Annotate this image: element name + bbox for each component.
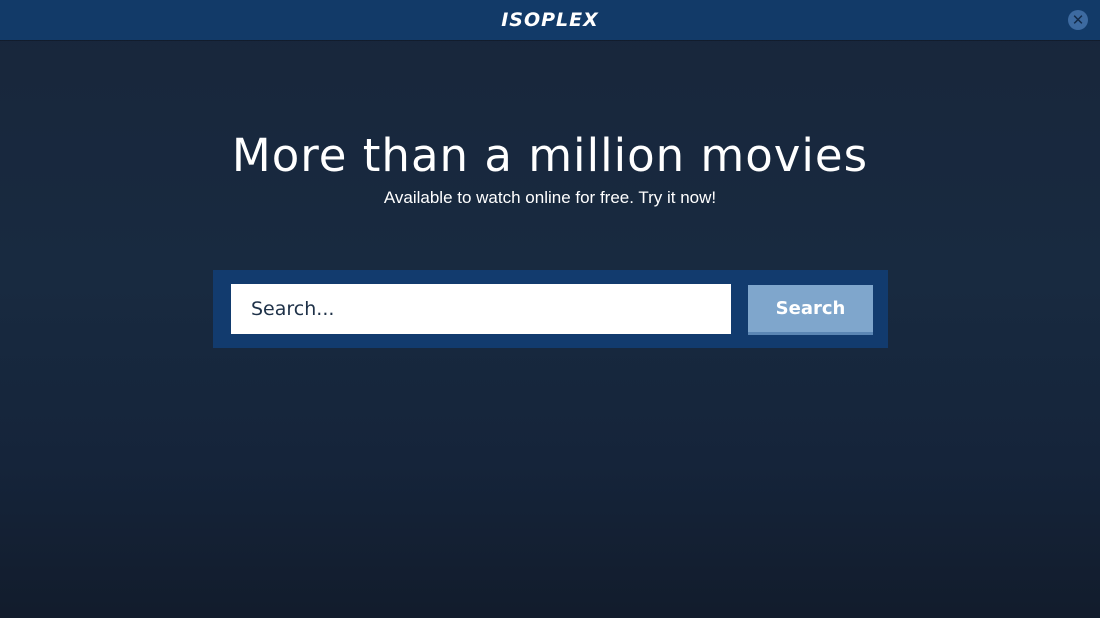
top-bar: ISOPLEX ✕ (0, 0, 1100, 40)
page-subtitle: Available to watch online for free. Try … (383, 188, 717, 207)
search-panel: Search (213, 270, 888, 348)
isoplex-logo[interactable]: ISOPLEX (0, 0, 1100, 40)
search-button[interactable]: Search (748, 285, 873, 335)
close-icon[interactable]: ✕ (1068, 10, 1088, 30)
search-input[interactable] (231, 284, 731, 334)
page-title: More than a million movies (231, 129, 869, 182)
